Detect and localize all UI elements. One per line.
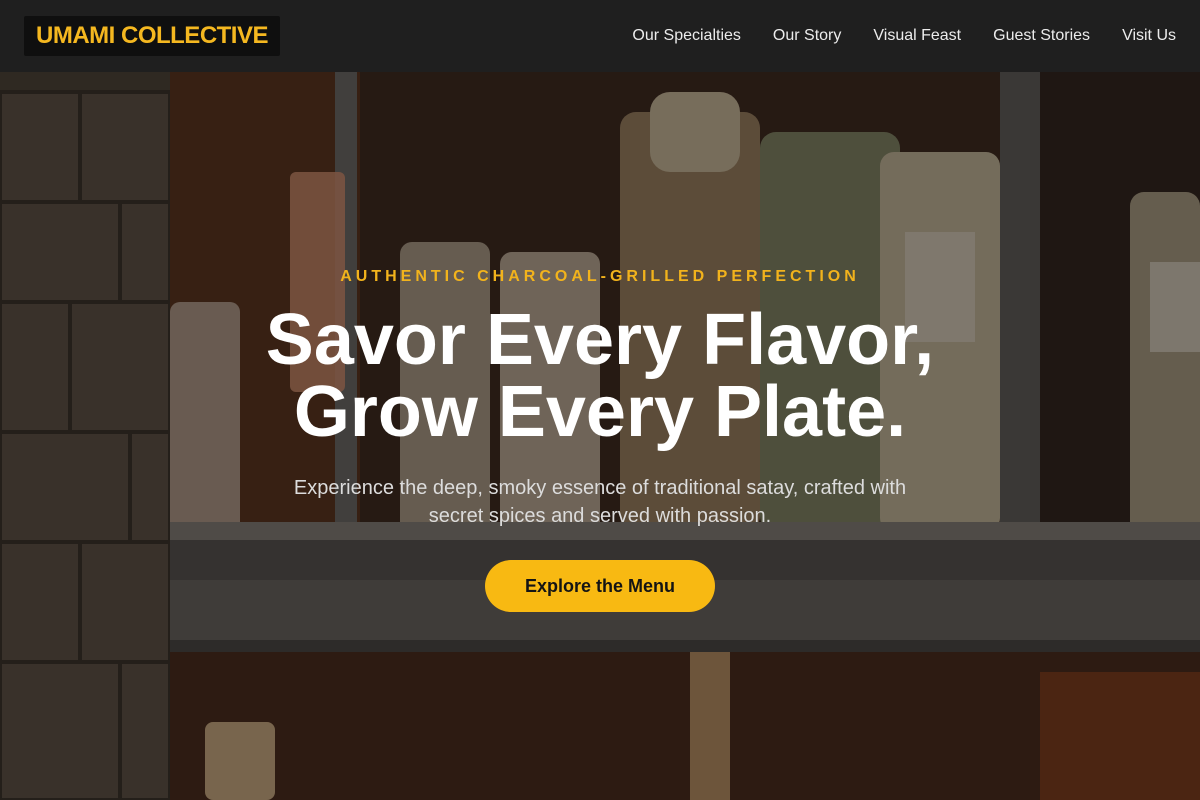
hero-eyebrow: AUTHENTIC CHARCOAL-GRILLED PERFECTION <box>340 268 860 285</box>
explore-menu-button[interactable]: Explore the Menu <box>485 560 715 612</box>
hero-headline: Savor Every Flavor, Grow Every Plate. <box>266 304 934 448</box>
brand-logo[interactable]: UMAMI COLLECTIVE <box>24 16 280 56</box>
nav-link-visit-us[interactable]: Visit Us <box>1122 27 1176 45</box>
nav-link-visual-feast[interactable]: Visual Feast <box>873 27 961 45</box>
hero-headline-line1: Savor Every Flavor, <box>265 300 935 380</box>
nav-links: Our Specialties Our Story Visual Feast G… <box>632 27 1176 45</box>
hero-content: AUTHENTIC CHARCOAL-GRILLED PERFECTION Sa… <box>0 72 1200 800</box>
nav-link-our-specialties[interactable]: Our Specialties <box>632 27 741 45</box>
hero-subhead: Experience the deep, smoky essence of tr… <box>293 477 907 527</box>
nav-link-our-story[interactable]: Our Story <box>773 27 841 45</box>
hero-section: AUTHENTIC CHARCOAL-GRILLED PERFECTION Sa… <box>0 72 1200 800</box>
top-navbar: UMAMI COLLECTIVE Our Specialties Our Sto… <box>0 0 1200 72</box>
nav-link-guest-stories[interactable]: Guest Stories <box>993 27 1090 45</box>
hero-headline-line2: Grow Every Plate. <box>293 372 907 452</box>
